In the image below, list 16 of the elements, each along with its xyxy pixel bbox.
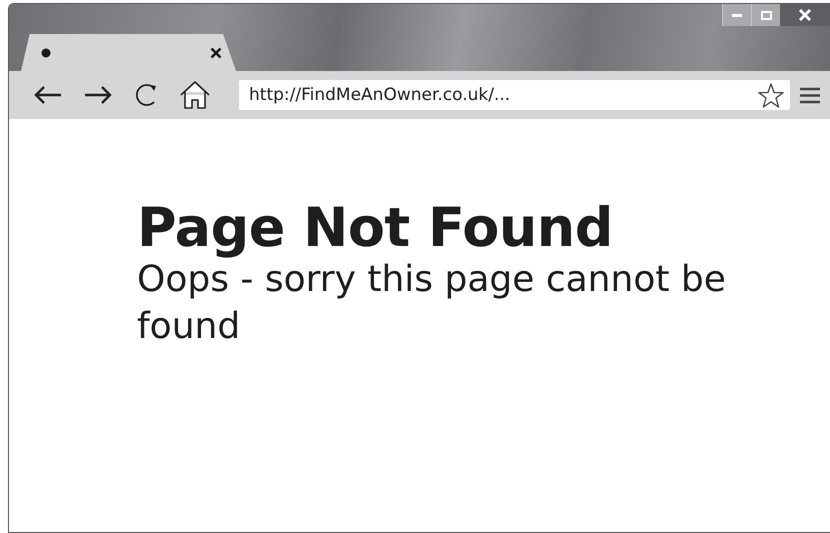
menu-icon[interactable] <box>800 86 820 104</box>
star-icon[interactable] <box>758 82 784 108</box>
error-message: Oops - sorry this page cannot be found <box>137 258 727 350</box>
back-icon[interactable] <box>33 85 63 105</box>
home-icon[interactable] <box>179 80 211 110</box>
maximize-icon <box>760 10 772 20</box>
address-bar[interactable]: http://FindMeAnOwner.co.uk/... <box>239 80 790 110</box>
url-field[interactable]: http://FindMeAnOwner.co.uk/... <box>249 85 758 105</box>
close-icon <box>798 8 812 22</box>
loading-dot-icon <box>41 48 51 58</box>
minimize-icon <box>732 13 742 17</box>
page-heading: Page Not Found <box>137 199 614 258</box>
close-tab-icon[interactable] <box>210 46 222 58</box>
reload-icon[interactable] <box>133 82 159 108</box>
forward-icon[interactable] <box>83 85 113 105</box>
close-button[interactable] <box>780 4 830 26</box>
